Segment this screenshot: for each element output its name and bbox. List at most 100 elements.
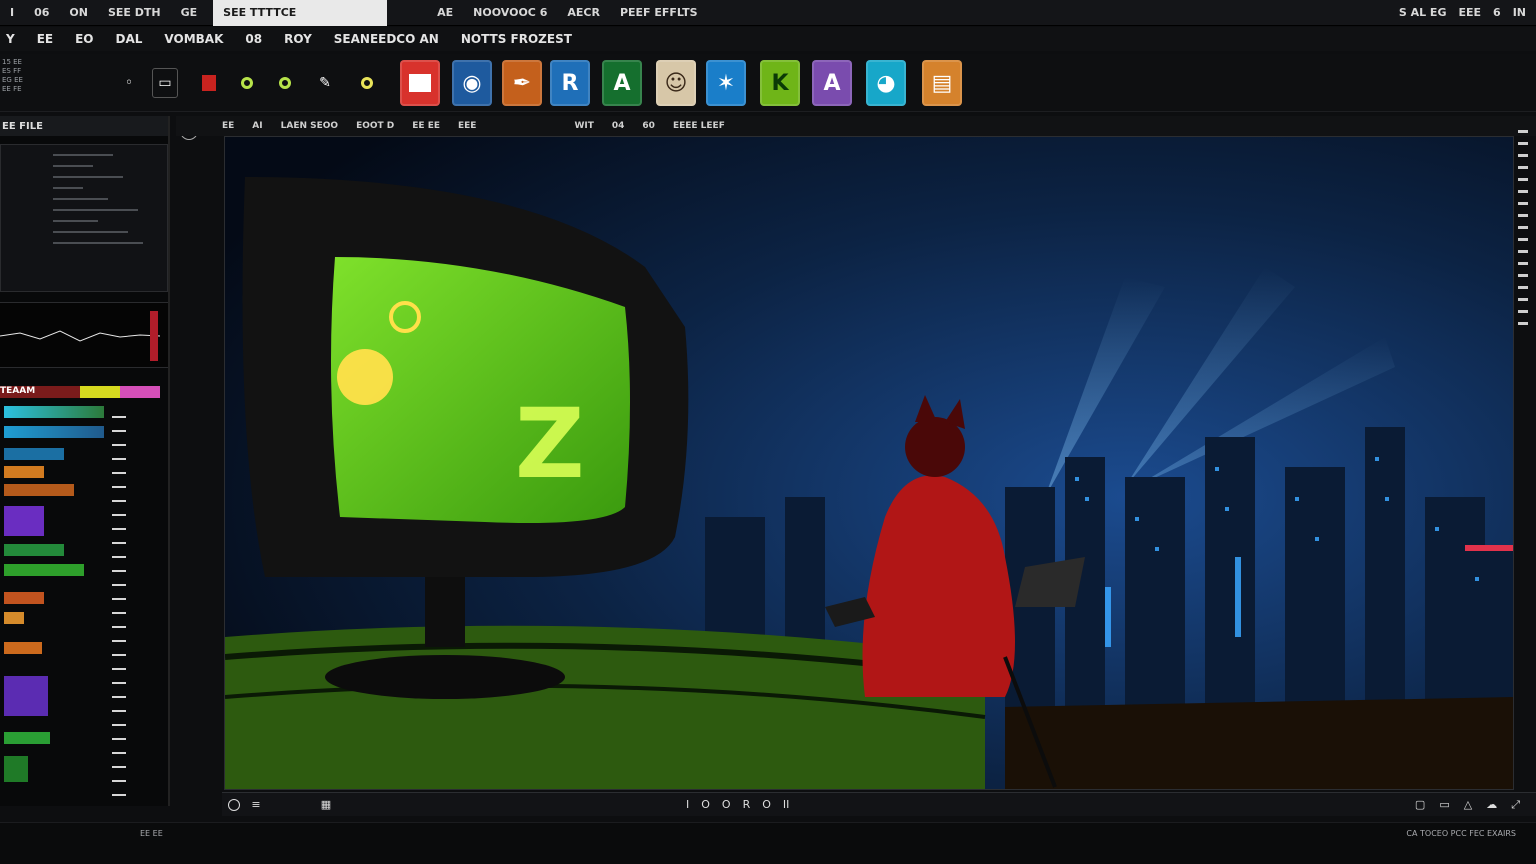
title-item[interactable]: AE [427, 0, 463, 26]
property-row[interactable] [53, 209, 138, 211]
title-item: I [10, 6, 15, 19]
property-row[interactable] [53, 220, 98, 222]
transport-button[interactable]: I [686, 798, 689, 811]
title-item[interactable]: AECR [557, 0, 610, 26]
timeline-ruler[interactable] [112, 416, 126, 796]
viewer-header-item[interactable]: EEE [458, 121, 476, 131]
menu-item[interactable]: NOTTS FROZEST [461, 32, 572, 46]
app-star-icon[interactable]: ✶ [706, 60, 746, 106]
viewer-header-item[interactable]: 04 [612, 121, 625, 131]
waveform-graphic [0, 311, 161, 361]
title-item[interactable]: GE [171, 0, 208, 26]
window-control[interactable]: EEE [1458, 6, 1481, 19]
viewer-header-item[interactable]: WIT [574, 121, 593, 131]
title-item[interactable]: SEE DTH [98, 0, 171, 26]
menu-item[interactable]: DAL [116, 32, 143, 46]
track-clip[interactable] [4, 592, 44, 604]
menu-item[interactable]: 08 [245, 32, 262, 46]
app-ink-icon[interactable]: ✒ [502, 60, 542, 106]
green-ring-icon[interactable] [272, 68, 298, 98]
record-icon[interactable] [196, 68, 222, 98]
property-row[interactable] [53, 176, 123, 178]
track-clip[interactable] [4, 484, 74, 496]
canvas-viewer[interactable]: Z [224, 136, 1514, 790]
menu-item[interactable]: SEANEEDCO AN [334, 32, 439, 46]
layer-icon[interactable]: ▭ [152, 68, 178, 98]
square-icon[interactable]: ▢ [1415, 798, 1425, 812]
menu-item[interactable]: EO [75, 32, 93, 46]
property-row[interactable] [53, 198, 108, 200]
status-right: CA TOCEO PCC FEC EXAIRS [1406, 829, 1516, 838]
grid-icon[interactable]: ▦ [306, 798, 346, 811]
green-ring-icon[interactable] [354, 68, 380, 98]
viewer-scrollbar[interactable] [1518, 130, 1528, 330]
window-control[interactable]: IN [1513, 6, 1526, 19]
viewer-header-item[interactable]: EE EE [412, 121, 440, 131]
screen-glyph: Z [515, 388, 585, 500]
panel-header: EE FILE [0, 116, 168, 136]
scene-image: Z [225, 137, 1513, 789]
track-clip[interactable] [4, 676, 48, 716]
transport-controls: I O O R O II [686, 798, 789, 811]
app-face-icon[interactable]: ☺ [656, 60, 696, 106]
track-clip[interactable] [4, 612, 24, 624]
expand-icon[interactable]: ⤢ [1511, 798, 1520, 812]
app-globe-icon[interactable]: ◉ [452, 60, 492, 106]
menu-item[interactable]: EE [37, 32, 53, 46]
title-item[interactable]: PEEF EFFLTS [610, 0, 708, 26]
property-row[interactable] [53, 242, 143, 244]
status-bar: EE EE CA TOCEO PCC FEC EXAIRS [0, 822, 1536, 864]
transport-button[interactable]: O [701, 798, 710, 811]
viewer-header-item[interactable]: 60 [642, 121, 655, 131]
triangle-icon[interactable]: △ [1464, 798, 1472, 812]
property-row[interactable] [53, 154, 113, 156]
transport-button[interactable]: O [762, 798, 771, 811]
window-control[interactable]: 6 [1493, 6, 1501, 19]
circle-icon[interactable] [228, 798, 240, 811]
menu-item[interactable]: VOMBAK [164, 32, 223, 46]
viewer-header-item[interactable]: EE [222, 121, 234, 131]
window-control[interactable]: S AL EG [1399, 6, 1447, 19]
transport-button[interactable]: R [743, 798, 751, 811]
property-row[interactable] [53, 165, 93, 167]
transport-button[interactable]: O [722, 798, 731, 811]
track-clip[interactable] [4, 426, 104, 438]
viewer-header-item[interactable]: AI [252, 121, 262, 131]
app-r-icon[interactable]: R [550, 60, 590, 106]
track-clip[interactable] [4, 406, 104, 418]
menu-icon[interactable]: ≡ [246, 798, 266, 811]
pen-tool-icon[interactable]: ✎ [312, 68, 338, 98]
toolbar: 15 EE ES FF EG EE EE FE ◦ ▭ ✎ ◉ ✒ R A ☺ … [0, 54, 1536, 112]
title-item[interactable]: 06 [24, 0, 59, 26]
track-clip[interactable] [4, 544, 64, 556]
app-swirl-icon[interactable]: ◕ [866, 60, 906, 106]
green-ring-icon[interactable] [234, 68, 260, 98]
property-row[interactable] [53, 187, 83, 189]
track-clip[interactable] [4, 448, 64, 460]
viewer-header-item[interactable]: EOOT D [356, 121, 394, 131]
frame-icon[interactable]: ▭ [1439, 798, 1449, 812]
app-red-icon[interactable] [400, 60, 440, 106]
viewer-header-item[interactable]: LAEN SEOO [281, 121, 338, 131]
track-clip[interactable] [4, 756, 28, 782]
track-clip[interactable] [4, 564, 84, 576]
track-clip[interactable] [4, 642, 42, 654]
menu-item[interactable]: ROY [284, 32, 312, 46]
viewer-header-item[interactable]: EEEE LEEF [673, 121, 725, 131]
track-clip[interactable] [4, 506, 44, 536]
track-clip[interactable] [4, 466, 44, 478]
track-clip[interactable] [4, 732, 50, 744]
property-row[interactable] [53, 231, 128, 233]
active-document-tab[interactable]: SEE TTTTCE [213, 0, 388, 26]
viewer-transport-bar: ≡ ▦ I O O R O II ▢ ▭ △ ☁ ⤢ [222, 792, 1536, 816]
app-folder-icon[interactable]: ▤ [922, 60, 962, 106]
transport-button[interactable]: II [783, 798, 790, 811]
radio-icon[interactable]: ◦ [116, 68, 142, 98]
app-k-icon[interactable]: K [760, 60, 800, 106]
menu-item[interactable]: Y [6, 32, 15, 46]
title-item[interactable]: ON [59, 0, 98, 26]
cloud-icon[interactable]: ☁ [1486, 798, 1497, 812]
app-a-icon[interactable]: A [602, 60, 642, 106]
title-item[interactable]: NOOVOOC 6 [463, 0, 557, 26]
app-brush-icon[interactable]: A [812, 60, 852, 106]
